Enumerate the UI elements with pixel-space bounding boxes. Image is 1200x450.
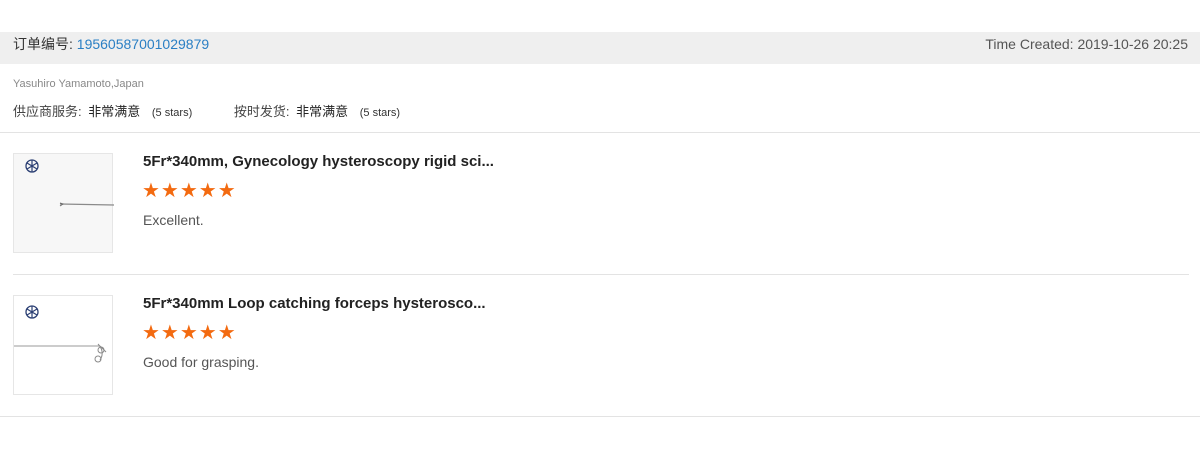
rating-value: 非常满意 — [88, 104, 141, 119]
section-divider — [0, 132, 1200, 133]
product-review-item: 5Fr*340mm, Gynecology hysteroscopy rigid… — [13, 153, 1189, 255]
order-header: 订单编号: 19560587001029879 Time Created: 20… — [0, 32, 1200, 64]
product-image[interactable] — [13, 295, 113, 395]
product-title-link[interactable]: 5Fr*340mm Loop catching forceps hysteros… — [143, 295, 486, 312]
product-image-graphic — [14, 305, 107, 363]
order-time: Time Created: 2019-10-26 20:25 — [985, 32, 1188, 56]
order-number-link[interactable]: 19560587001029879 — [77, 36, 209, 52]
feedback-page: 订单编号: 19560587001029879 Time Created: 20… — [0, 0, 1200, 450]
seller-ratings: 供应商服务: 非常满意 (5 stars) 按时发货: 非常满意 (5 star… — [13, 101, 438, 120]
rating-label: 供应商服务: — [13, 104, 82, 119]
buyer-name: Yasuhiro Yamamoto,Japan — [13, 78, 144, 90]
product-title-link[interactable]: 5Fr*340mm, Gynecology hysteroscopy rigid… — [143, 153, 494, 170]
item-divider — [13, 274, 1189, 275]
section-divider — [0, 416, 1200, 417]
rating-label: 按时发货: — [233, 104, 290, 119]
rating-stars-text: (5 stars) — [151, 107, 193, 119]
rating-supplier-service: 供应商服务: 非常满意 (5 stars) — [13, 101, 192, 120]
order-id: 订单编号: 19560587001029879 — [13, 32, 209, 56]
review-text: Good for grasping. — [143, 354, 259, 370]
rating-stars-text: (5 stars) — [359, 107, 401, 119]
time-created-value: 2019-10-26 20:25 — [1077, 36, 1188, 52]
product-image[interactable] — [13, 153, 114, 253]
time-created-label: Time Created: — [985, 36, 1074, 52]
product-review-item: 5Fr*340mm Loop catching forceps hysteros… — [13, 295, 1189, 397]
product-image-graphic — [25, 159, 114, 207]
review-text: Excellent. — [143, 212, 204, 228]
rating-on-time-shipping: 按时发货: 非常满意 (5 stars) — [234, 101, 400, 120]
star-rating: ★★★★★ — [142, 180, 237, 202]
order-number-label: 订单编号: — [13, 36, 73, 52]
star-rating: ★★★★★ — [142, 322, 237, 344]
rating-value: 非常满意 — [296, 104, 349, 119]
